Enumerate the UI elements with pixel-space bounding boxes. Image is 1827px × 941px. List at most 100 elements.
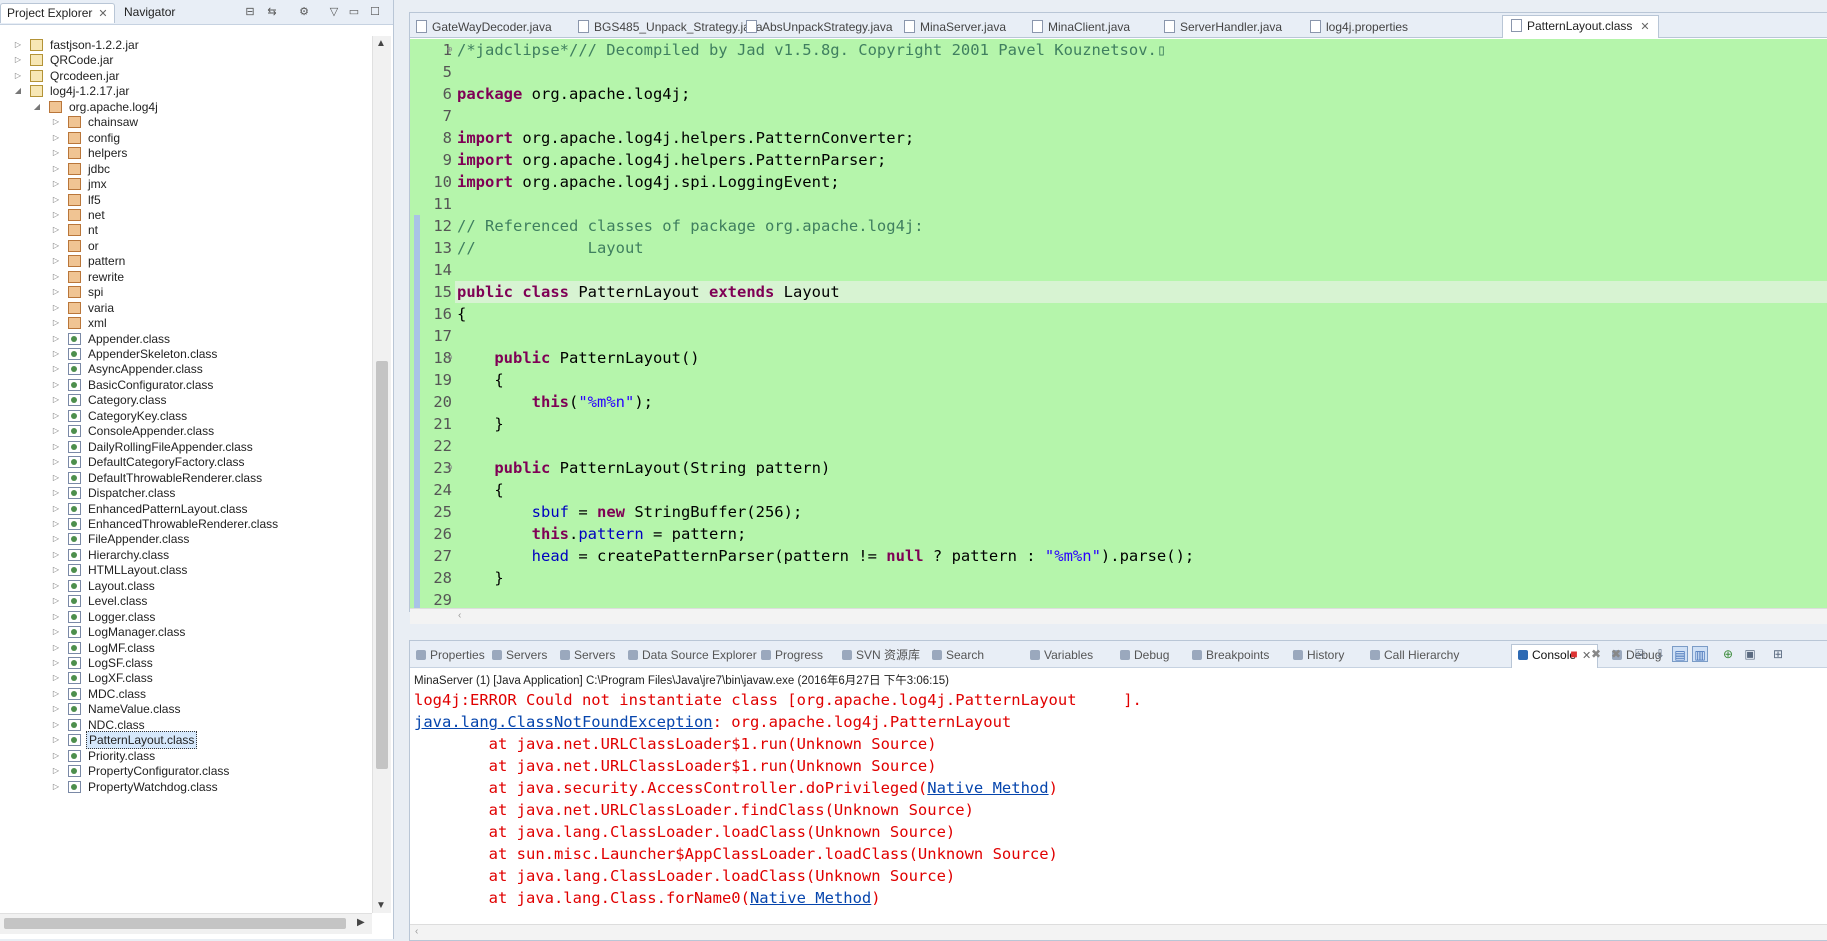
code-area[interactable]: 1 ⊕/*jadclipse*/// Decompiled by Jad v1.5… [410,39,1827,624]
editor-tab[interactable]: AbsUnpackStrategy.java [746,17,893,37]
view-icon [1192,650,1202,660]
code-text: this("%m%n"); [457,391,653,413]
editor-tab[interactable]: BGS485_Unpack_Strategy.java [578,17,763,37]
show-stderr-icon[interactable]: ▥ [1692,646,1708,662]
tab-project-explorer[interactable]: Project Explorer ✕ [0,3,115,23]
terminate-icon[interactable]: ■ [1566,646,1582,662]
line-number: 27 [433,547,452,565]
bottom-tab-label: Servers [574,648,616,662]
package-icon [68,162,81,175]
editor-tab[interactable]: log4j.properties [1310,17,1408,37]
collapse-fold-icon[interactable]: ⊖ [447,347,452,369]
link-with-editor-icon[interactable]: ⇆ [265,5,279,19]
bottom-tab[interactable]: Servers [560,645,615,665]
bottom-tab[interactable]: Progress [761,645,823,665]
editor-tab[interactable]: MinaServer.java [904,17,1006,37]
code-token: class [522,283,570,301]
remove-launch-icon[interactable]: ✖ [1588,646,1604,662]
explorer-tab-bar: Project Explorer ✕ Navigator ⊟ ⇆ ⚙ ▽ ▭ ☐ [0,0,393,25]
code-line: 16 { [410,303,1827,325]
collapsed-arrow-icon[interactable]: ▷ [51,778,61,796]
editor-tab-label: ServerHandler.java [1180,20,1283,34]
editor-tab[interactable]: MinaClient.java [1032,17,1130,37]
bottom-tab[interactable]: Debug [1120,645,1169,665]
code-token: public [457,283,513,301]
close-icon[interactable]: ✕ [98,8,107,20]
display-console-icon[interactable]: ▣ [1742,646,1758,662]
scrollbar-thumb[interactable] [4,918,346,929]
code-line: 6 package org.apache.log4j; [410,83,1827,105]
line-number: 11 [433,195,452,213]
scroll-right-icon[interactable]: ▶ [357,917,365,928]
scroll-down-icon[interactable]: ▼ [376,900,386,911]
class-file-icon [68,363,81,376]
bottom-tab[interactable]: SVN 资源库 [842,645,920,665]
view-icon [842,650,852,660]
code-line: 7 [410,105,1827,127]
code-token: org.apache.log4j; [522,85,691,103]
close-icon[interactable]: ✕ [1640,21,1649,33]
tree-horizontal-scrollbar[interactable]: ▶ [0,913,372,934]
bottom-tab-label: Variables [1044,648,1094,662]
class-file-icon [68,564,81,577]
package-icon [68,116,81,129]
scroll-up-icon[interactable]: ▲ [376,38,386,49]
scroll-left-icon[interactable]: ‹ [458,610,461,621]
code-text: package org.apache.log4j; [457,83,690,105]
minimize-icon[interactable]: ▭ [347,5,361,19]
line-number: 5 [442,63,452,81]
code-token: "%m%n" [578,393,635,411]
bottom-tab[interactable]: Data Source Explorer [628,645,757,665]
bottom-tab[interactable]: Servers [492,645,547,665]
code-token: PatternLayout() [550,349,700,367]
editor-horizontal-scrollbar[interactable]: ‹ [410,608,1827,624]
code-line: 1 ⊕/*jadclipse*/// Decompiled by Jad v1.5… [410,39,1827,61]
jar-icon [30,39,43,51]
clear-console-icon[interactable]: ⎘ [1632,646,1648,662]
bottom-tab[interactable]: Properties [416,645,485,665]
code-token: } [457,415,504,433]
tree-item[interactable]: ▷ PropertyWatchdog.class [0,778,370,796]
pin-console-icon[interactable]: ⊕ [1720,646,1736,662]
open-console-icon[interactable]: ⊞ [1770,646,1786,662]
bottom-tab[interactable]: Call Hierarchy [1370,645,1459,665]
code-line: 22 [410,435,1827,457]
tree-vertical-scrollbar[interactable]: ▲ ▼ [372,36,391,913]
editor-tab[interactable]: GateWayDecoder.java [416,17,552,37]
collapse-all-icon[interactable]: ⊟ [243,5,257,19]
scroll-left-icon[interactable]: ‹ [415,926,418,937]
code-text: import org.apache.log4j.helpers.PatternP… [457,149,886,171]
console-horizontal-scrollbar[interactable]: ‹ [410,924,1827,940]
show-stdout-icon[interactable]: ▤ [1672,646,1688,662]
console-text: : org.apache.log4j.PatternLayout [712,713,1012,731]
bottom-tab[interactable]: Search [932,645,984,665]
bottom-tab-label: Properties [430,648,485,662]
code-token: ); [634,393,653,411]
editor-tab-bar: GateWayDecoder.java BGS485_Unpack_Strateg… [410,13,1827,38]
bottom-tab[interactable]: Variables [1030,645,1093,665]
class-file-icon [68,378,81,391]
console-link[interactable]: Native Method [927,779,1048,797]
code-token: { [457,481,504,499]
bottom-tab[interactable]: Console ✕ [1511,644,1599,668]
editor-tab[interactable]: ServerHandler.java [1164,17,1282,37]
editor-tab[interactable]: PatternLayout.class ✕ [1502,15,1659,38]
scroll-lock-icon[interactable]: ⇩ [1652,646,1668,662]
bottom-tab[interactable]: History [1293,645,1344,665]
filter-icon[interactable]: ⚙ [297,5,311,19]
tab-navigator[interactable]: Navigator [118,3,181,22]
line-number: 15 [433,283,452,301]
expand-fold-icon[interactable]: ⊕ [447,39,452,61]
code-line: 14 [410,259,1827,281]
collapse-fold-icon[interactable]: ⊖ [447,457,452,479]
view-menu-icon[interactable]: ▽ [327,5,341,19]
bottom-tab[interactable]: Breakpoints [1192,645,1269,665]
remove-all-icon[interactable]: ✖ [1608,646,1624,662]
jar-icon [30,69,43,82]
console-link[interactable]: java.lang.ClassNotFoundException [414,713,713,731]
console-link[interactable]: Native Method [750,889,871,907]
maximize-icon[interactable]: ☐ [368,5,382,19]
scrollbar-thumb[interactable] [376,361,388,769]
